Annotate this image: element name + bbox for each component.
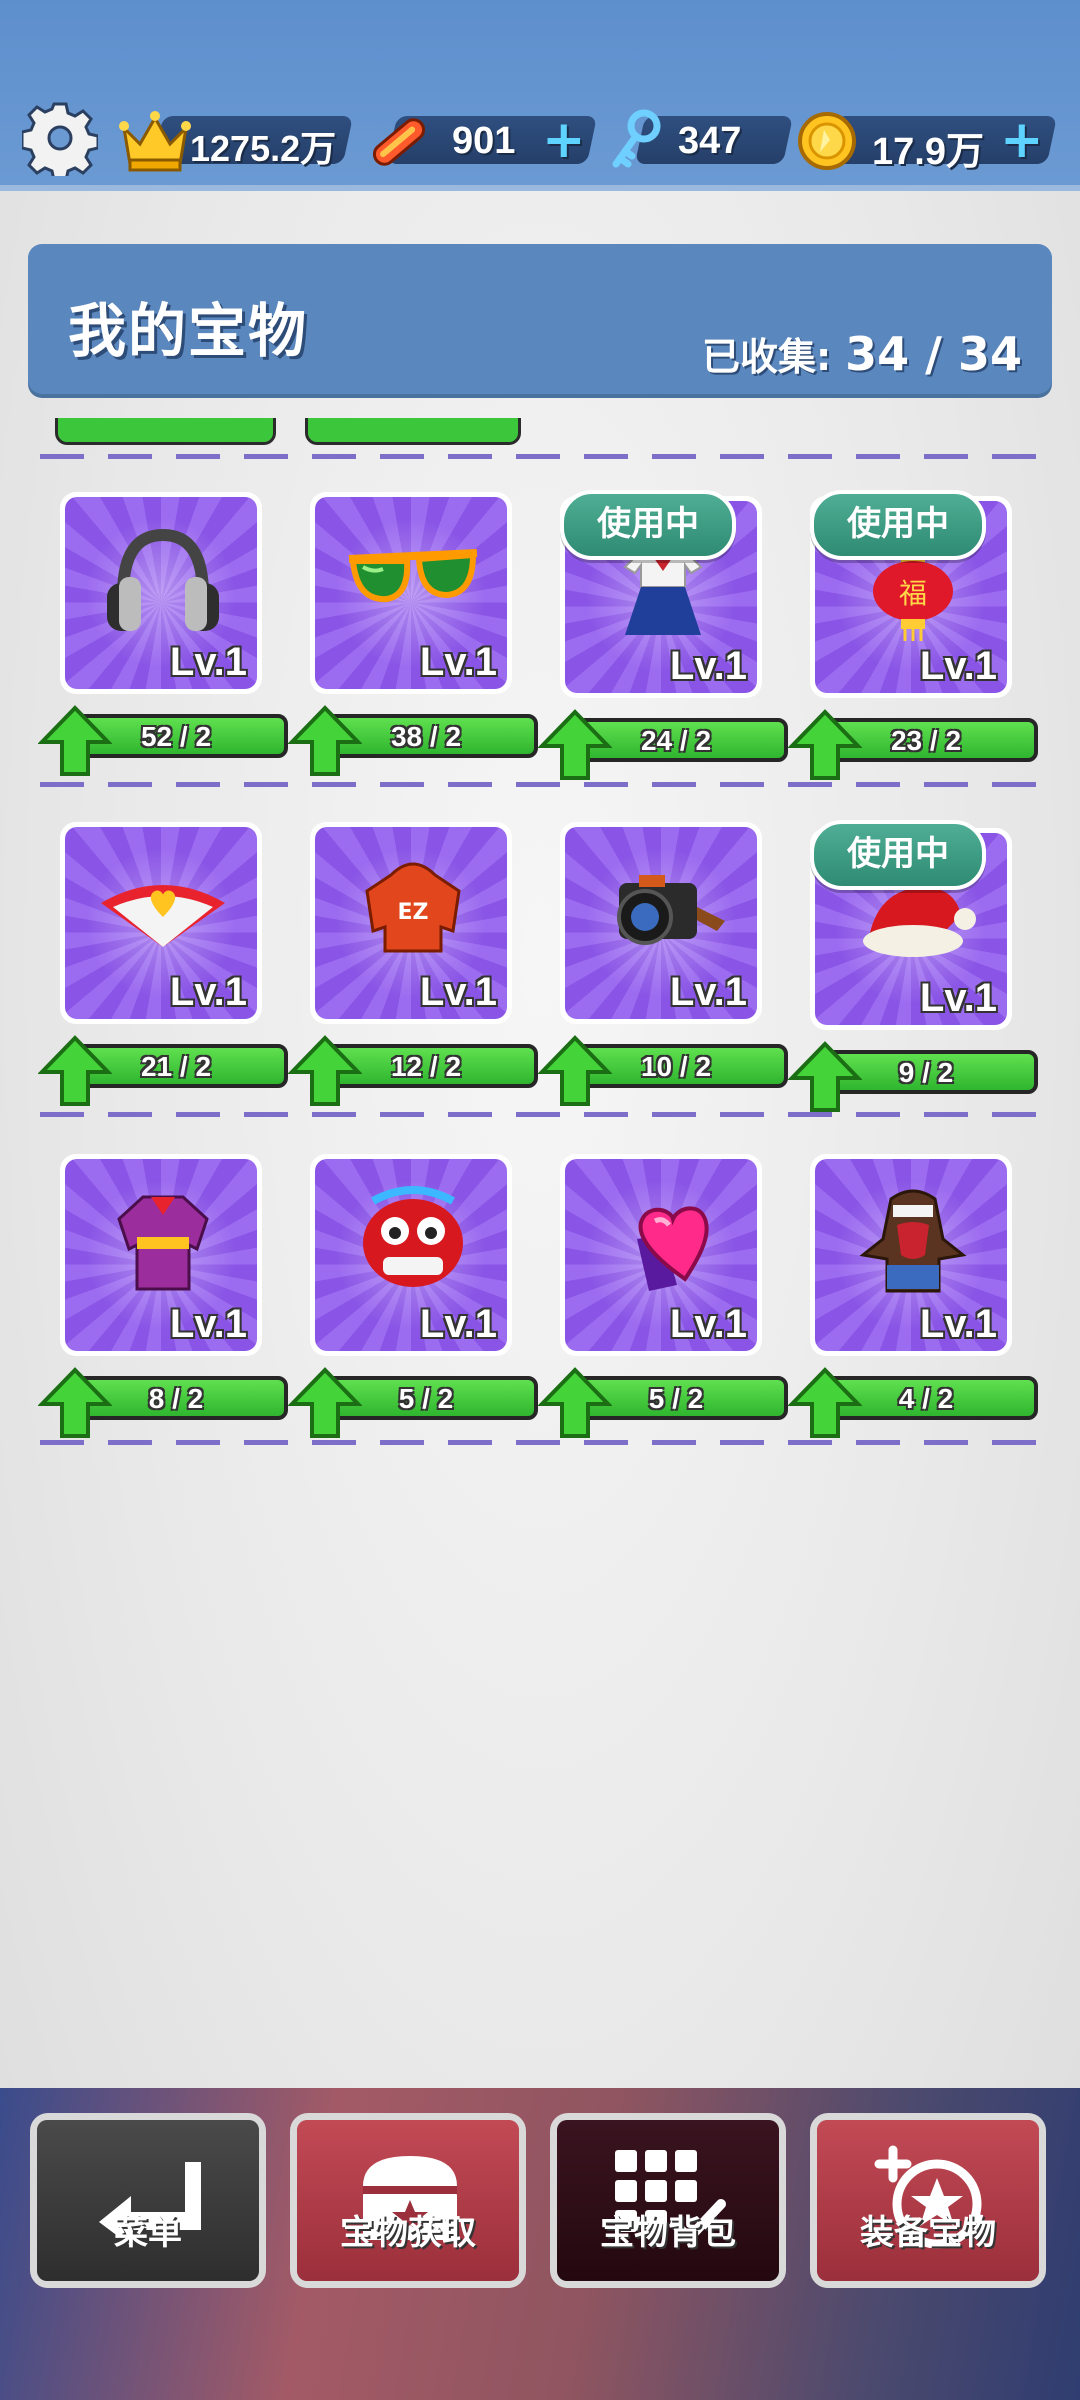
upgrade-arrow-icon[interactable]	[788, 1366, 862, 1440]
upgrade-arrow-icon[interactable]	[38, 1366, 112, 1440]
level-label: Lv.1	[669, 1302, 747, 1346]
treasure-bag-label: 宝物背包	[600, 2213, 736, 2253]
crown-value: 1275.2万	[190, 128, 337, 169]
upgrade-arrow-icon[interactable]	[788, 708, 862, 782]
ez-hoodie-icon: EZ	[365, 862, 461, 953]
treasure-bag-button[interactable]	[550, 2113, 786, 2288]
level-label: Lv.1	[419, 1302, 497, 1346]
level-label: Lv.1	[919, 644, 997, 688]
upgrade-arrow-icon[interactable]	[38, 704, 112, 778]
hoverboard-icon	[372, 118, 426, 166]
treasure-card-bird-costume[interactable]: Lv.1	[810, 1154, 1012, 1356]
collected-count: 34 / 34	[845, 327, 1022, 381]
settings-gear-icon[interactable]	[22, 100, 98, 176]
coin-counter: 17.9万 +	[796, 112, 1058, 173]
add-coin-button[interactable]: +	[1000, 112, 1044, 168]
treasure-card-heart-gem-ring[interactable]: Lv.1	[560, 1154, 762, 1356]
treasure-card-heart-fan[interactable]: Lv.1	[60, 822, 262, 1024]
headphones-icon	[107, 528, 219, 631]
in-use-badge: 使用中	[810, 490, 986, 560]
get-treasure-button[interactable]	[290, 2113, 526, 2288]
resource-bar: 1275.2万 901 + 347 17.9万 +	[0, 0, 1080, 191]
upgrade-arrow-icon[interactable]	[538, 1366, 612, 1440]
equip-treasure-button[interactable]	[810, 2113, 1046, 2288]
treasure-card-sunglasses[interactable]: Lv.1	[310, 492, 512, 694]
lion-dance-head-icon	[363, 1186, 463, 1287]
treasure-card-camera[interactable]: Lv.1	[560, 822, 762, 1024]
menu-label: 菜单	[114, 2213, 182, 2253]
level-label: Lv.1	[919, 1302, 997, 1346]
coin-value: 17.9万	[872, 131, 984, 173]
collected-label: 已收集:	[701, 335, 832, 379]
get-treasure-label: 宝物获取	[340, 2213, 476, 2253]
level-label: Lv.1	[169, 970, 247, 1014]
upgrade-arrow-icon[interactable]	[288, 704, 362, 778]
level-label: Lv.1	[169, 640, 247, 684]
heart-gem-ring-icon	[637, 1206, 709, 1291]
collection-status: 已收集: 34 / 34	[702, 326, 1022, 381]
treasure-grid[interactable]: Lv.1 52 / 2 Lv.1 38 / 2 Lv.1 使用中 24 / 2	[0, 398, 1080, 1448]
level-label: Lv.1	[669, 970, 747, 1014]
menu-button[interactable]	[30, 2113, 266, 2288]
level-label: Lv.1	[419, 640, 497, 684]
treasure-card-ez-hoodie[interactable]: EZ Lv.1	[310, 822, 512, 1024]
purple-robe-icon	[117, 1195, 209, 1291]
level-label: Lv.1	[419, 970, 497, 1014]
page-title: 我的宝物	[68, 297, 309, 365]
in-use-badge: 使用中	[810, 820, 986, 890]
crown-icon	[119, 111, 191, 172]
upgrade-arrow-icon[interactable]	[38, 1034, 112, 1108]
upgrade-arrow-icon[interactable]	[538, 708, 612, 782]
key-icon	[612, 109, 661, 168]
heart-fan-icon	[101, 885, 225, 947]
level-label: Lv.1	[669, 644, 747, 688]
svg-text:EZ: EZ	[398, 900, 429, 925]
level-label: Lv.1	[169, 1302, 247, 1346]
camera-icon	[617, 875, 725, 945]
sunglasses-icon	[348, 549, 478, 603]
key-counter: 347	[606, 109, 794, 168]
upgrade-arrow-icon[interactable]	[788, 1040, 862, 1114]
svg-text:福: 福	[899, 577, 927, 610]
in-use-badge: 使用中	[560, 490, 736, 560]
treasure-card-purple-robe[interactable]: Lv.1	[60, 1154, 262, 1356]
treasure-card-lion-dance-head[interactable]: Lv.1	[310, 1154, 512, 1356]
treasure-header: 我的宝物 已收集: 34 / 34	[28, 244, 1052, 394]
upgrade-arrow-icon[interactable]	[288, 1366, 362, 1440]
board-value: 901	[452, 120, 516, 162]
add-board-button[interactable]: +	[542, 112, 586, 168]
crown-counter: 1275.2万	[118, 111, 354, 172]
equip-treasure-label: 装备宝物	[860, 2213, 996, 2253]
upgrade-arrow-icon[interactable]	[538, 1034, 612, 1108]
treasure-card-headphones[interactable]: Lv.1	[60, 492, 262, 694]
upgrade-arrow-icon[interactable]	[288, 1034, 362, 1108]
bird-costume-icon	[859, 1189, 967, 1293]
key-value: 347	[678, 120, 742, 162]
level-label: Lv.1	[919, 976, 997, 1020]
coin-icon	[798, 112, 856, 170]
board-counter: 901 +	[362, 112, 598, 168]
